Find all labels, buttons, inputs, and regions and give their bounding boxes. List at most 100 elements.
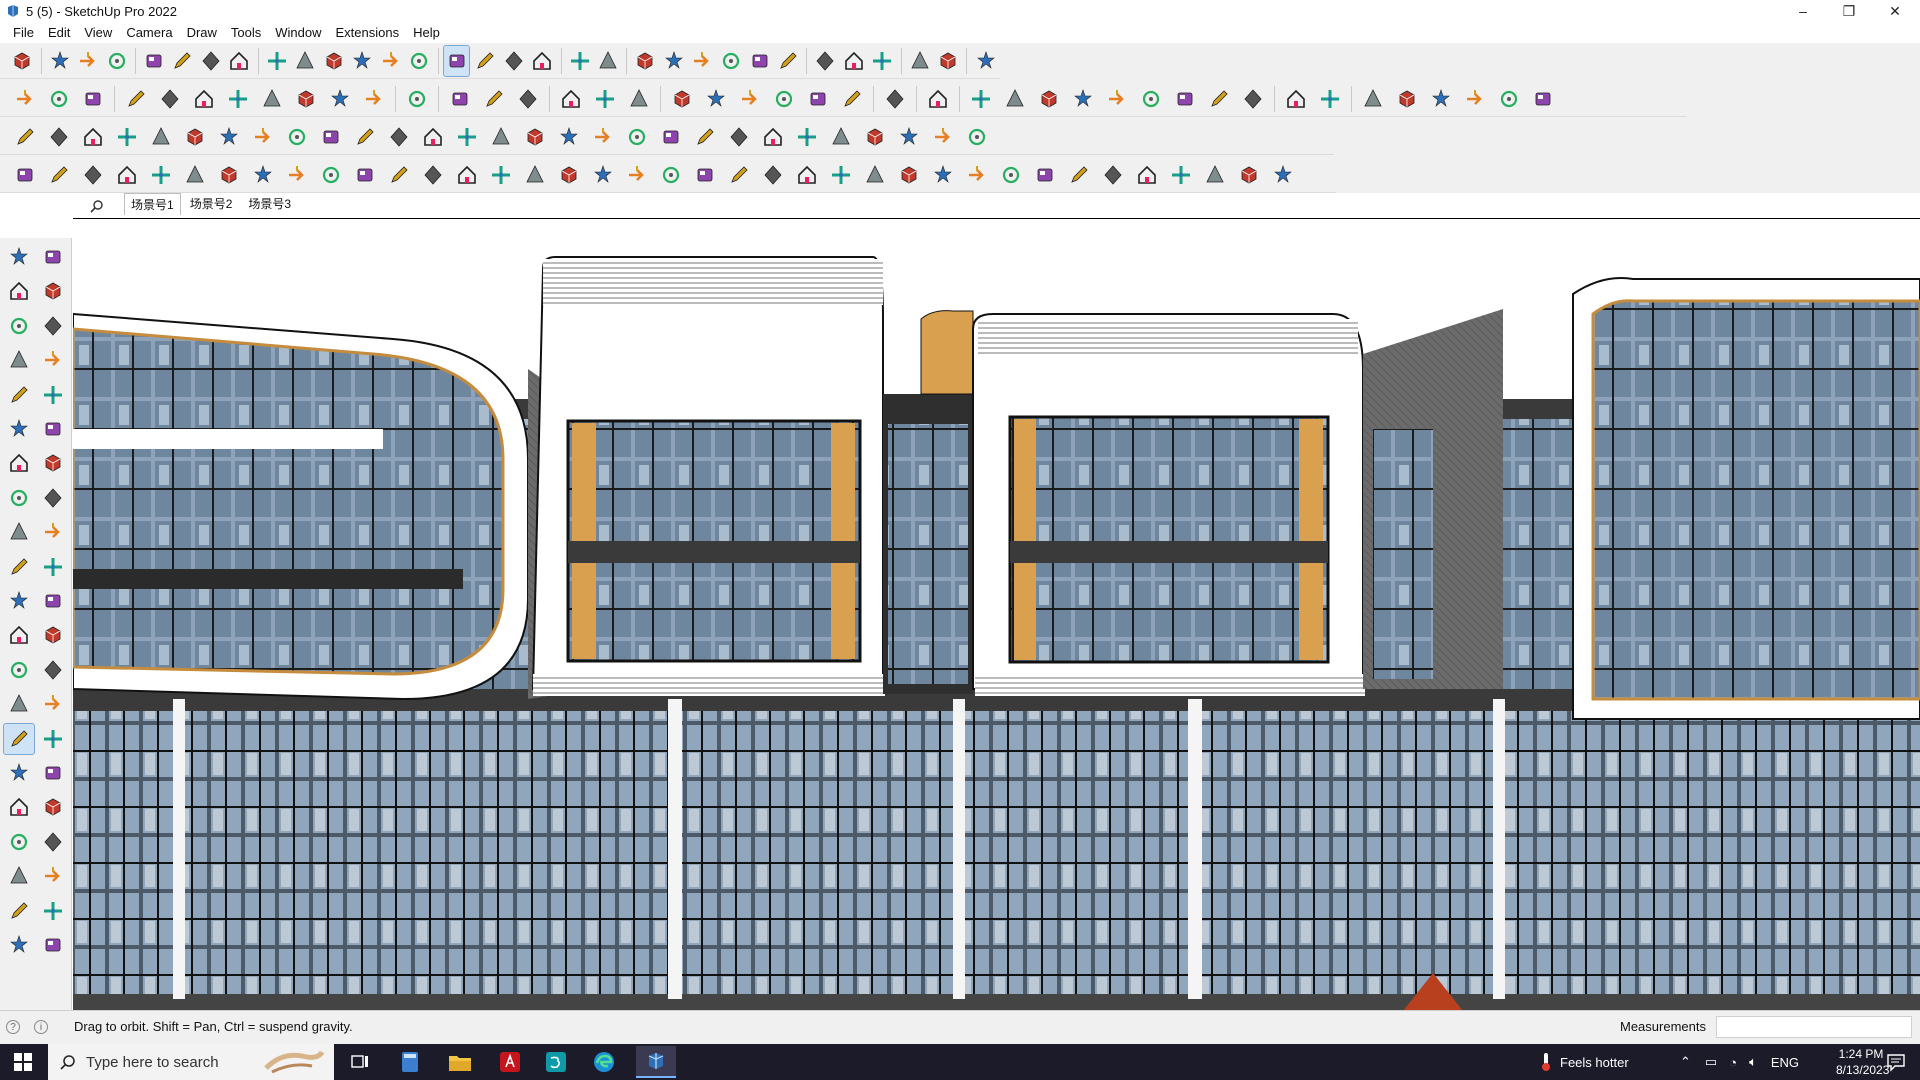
menu-edit[interactable]: Edit bbox=[41, 25, 77, 40]
toolbar-views-and-styles-tool-1-25-icon[interactable] bbox=[826, 122, 856, 152]
push-pull-icon[interactable] bbox=[38, 517, 68, 547]
toolbar-standard-tool-2-3-icon[interactable] bbox=[104, 46, 129, 76]
tape-icon[interactable] bbox=[38, 311, 68, 341]
toolbar-views-and-styles-tool-1-15-icon[interactable] bbox=[486, 122, 516, 152]
toolbar-views-and-styles-tool-1-3-icon[interactable] bbox=[78, 122, 108, 152]
restore-button[interactable]: ❐ bbox=[1826, 0, 1872, 22]
toolbar-views-and-styles-tool-1-26-icon[interactable] bbox=[860, 122, 890, 152]
paint-bucket-icon[interactable] bbox=[4, 276, 34, 306]
toolbar-standard-tool-8-1-icon[interactable] bbox=[813, 46, 838, 76]
toolbar-standard-tool-10-1-icon[interactable] bbox=[973, 46, 998, 76]
toolbar-views-and-styles-tool-1-21-icon[interactable] bbox=[690, 122, 720, 152]
protractor-icon[interactable] bbox=[4, 655, 34, 685]
toolbar-views-and-styles-tool-1-14-icon[interactable] bbox=[452, 122, 482, 152]
rectangle-icon[interactable] bbox=[4, 380, 34, 410]
toolbar-standard-tool-3-1-icon[interactable] bbox=[142, 46, 167, 76]
measurements-input[interactable] bbox=[1716, 1016, 1912, 1038]
toolbar-large-tools-tool-1-2-icon[interactable] bbox=[44, 84, 74, 114]
menu-draw[interactable]: Draw bbox=[180, 25, 224, 40]
toolbar-extensions-tool-1-21-icon[interactable] bbox=[690, 160, 720, 190]
toolbar-extensions-tool-1-2-icon[interactable] bbox=[44, 160, 74, 190]
display-section-icon[interactable] bbox=[4, 930, 34, 960]
toolbar-views-and-styles-tool-1-16-icon[interactable] bbox=[520, 122, 550, 152]
toolbar-extensions-tool-1-16-icon[interactable] bbox=[520, 160, 550, 190]
toolbar-views-and-styles-tool-1-20-icon[interactable] bbox=[656, 122, 686, 152]
scale-icon[interactable] bbox=[4, 586, 34, 616]
toolbar-standard-tool-7-5-icon[interactable] bbox=[747, 46, 772, 76]
axes-icon[interactable] bbox=[4, 689, 34, 719]
toolbar-standard-tool-6-1-icon[interactable] bbox=[567, 46, 592, 76]
wifi-icon[interactable]: ◔ bbox=[1729, 1055, 1737, 1070]
menu-camera[interactable]: Camera bbox=[119, 25, 179, 40]
toolbar-large-tools-tool-11-4-icon[interactable] bbox=[1460, 84, 1490, 114]
file-explorer-button[interactable] bbox=[440, 1046, 480, 1078]
toolbar-views-and-styles-tool-1-13-icon[interactable] bbox=[418, 122, 448, 152]
toolbar-standard-tool-9-2-icon[interactable] bbox=[936, 46, 961, 76]
toolbar-standard-tool-5-4-icon[interactable] bbox=[530, 46, 555, 76]
toolbar-views-and-styles-tool-1-2-icon[interactable] bbox=[44, 122, 74, 152]
toolbar-standard-tool-3-2-icon[interactable] bbox=[170, 46, 195, 76]
menu-extensions[interactable]: Extensions bbox=[329, 25, 407, 40]
toolbar-large-tools-tool-6-3-icon[interactable] bbox=[735, 84, 765, 114]
arc-icon[interactable] bbox=[4, 448, 34, 478]
toolbar-large-tools-tool-9-8-icon[interactable] bbox=[1204, 84, 1234, 114]
toolbar-extensions-tool-1-13-icon[interactable] bbox=[418, 160, 448, 190]
toolbar-views-and-styles-tool-1-24-icon[interactable] bbox=[792, 122, 822, 152]
toolbar-standard-tool-7-1-icon[interactable] bbox=[633, 46, 658, 76]
toolbar-standard-tool-1-1-icon[interactable] bbox=[10, 46, 35, 76]
toolbar-views-and-styles-tool-1-28-icon[interactable] bbox=[928, 122, 958, 152]
toolbar-large-tools-tool-4-2-icon[interactable] bbox=[479, 84, 509, 114]
section-cut-icon[interactable] bbox=[38, 896, 68, 926]
toolbar-standard-tool-9-1-icon[interactable] bbox=[907, 46, 932, 76]
tape-measure-icon[interactable] bbox=[4, 620, 34, 650]
3d-text-icon[interactable] bbox=[38, 689, 68, 719]
taskbar-search[interactable]: Type here to search bbox=[48, 1044, 334, 1080]
toolbar-large-tools-tool-9-9-icon[interactable] bbox=[1238, 84, 1268, 114]
text-icon[interactable] bbox=[38, 655, 68, 685]
scene-tab-3[interactable]: 场景号3 bbox=[241, 192, 298, 215]
dimension-icon[interactable] bbox=[38, 620, 68, 650]
toolbar-extensions-tool-1-36-icon[interactable] bbox=[1200, 160, 1230, 190]
toolbar-large-tools-tool-2-4-icon[interactable] bbox=[223, 84, 253, 114]
toolbar-large-tools-tool-6-4-icon[interactable] bbox=[769, 84, 799, 114]
menu-help[interactable]: Help bbox=[406, 25, 447, 40]
toolbar-views-and-styles-tool-1-12-icon[interactable] bbox=[384, 122, 414, 152]
toolbar-large-tools-tool-2-8-icon[interactable] bbox=[359, 84, 389, 114]
toolbar-extensions-tool-1-6-icon[interactable] bbox=[180, 160, 210, 190]
toolbar-standard-tool-4-5-icon[interactable] bbox=[379, 46, 404, 76]
toolbar-extensions-tool-1-20-icon[interactable] bbox=[656, 160, 686, 190]
toolbar-views-and-styles-tool-1-8-icon[interactable] bbox=[248, 122, 278, 152]
look-around-icon[interactable] bbox=[38, 827, 68, 857]
toolbar-large-tools-tool-11-3-icon[interactable] bbox=[1426, 84, 1456, 114]
toolbar-views-and-styles-tool-1-5-icon[interactable] bbox=[146, 122, 176, 152]
toolbar-standard-tool-5-3-icon[interactable] bbox=[502, 46, 527, 76]
toolbar-large-tools-tool-1-1-icon[interactable] bbox=[10, 84, 40, 114]
toolbar-extensions-tool-1-24-icon[interactable] bbox=[792, 160, 822, 190]
menu-view[interactable]: View bbox=[77, 25, 119, 40]
zoom-window-icon[interactable] bbox=[38, 758, 68, 788]
toolbar-extensions-tool-1-8-icon[interactable] bbox=[248, 160, 278, 190]
toolbar-extensions-tool-1-38-icon[interactable] bbox=[1268, 160, 1298, 190]
clock[interactable]: 1:24 PM 8/13/2023 bbox=[1836, 1046, 1889, 1078]
select-icon[interactable] bbox=[4, 242, 34, 272]
toolbar-large-tools-tool-2-6-icon[interactable] bbox=[291, 84, 321, 114]
toolbar-views-and-styles-tool-1-27-icon[interactable] bbox=[894, 122, 924, 152]
toolbar-extensions-tool-1-3-icon[interactable] bbox=[78, 160, 108, 190]
toolbar-extensions-tool-1-23-icon[interactable] bbox=[758, 160, 788, 190]
3ds-max-button[interactable] bbox=[536, 1046, 576, 1078]
toolbar-standard-tool-2-1-icon[interactable] bbox=[47, 46, 72, 76]
toolbar-large-tools-tool-8-1-icon[interactable] bbox=[923, 84, 953, 114]
toolbar-views-and-styles-tool-1-22-icon[interactable] bbox=[724, 122, 754, 152]
toolbar-large-tools-tool-5-2-icon[interactable] bbox=[590, 84, 620, 114]
toolbar-large-tools-tool-11-6-icon[interactable] bbox=[1528, 84, 1558, 114]
toolbar-large-tools-tool-5-3-icon[interactable] bbox=[624, 84, 654, 114]
calculator-button[interactable] bbox=[390, 1046, 430, 1078]
toolbar-extensions-tool-1-17-icon[interactable] bbox=[554, 160, 584, 190]
toolbar-extensions-tool-1-7-icon[interactable] bbox=[214, 160, 244, 190]
minimize-button[interactable]: – bbox=[1780, 0, 1826, 22]
toolbar-views-and-styles-tool-1-10-icon[interactable] bbox=[316, 122, 346, 152]
rotate-icon[interactable] bbox=[4, 552, 34, 582]
toolbar-views-and-styles-tool-1-7-icon[interactable] bbox=[214, 122, 244, 152]
toolbar-large-tools-tool-11-2-icon[interactable] bbox=[1392, 84, 1422, 114]
toolbar-large-tools-tool-3-1-icon[interactable] bbox=[402, 84, 432, 114]
